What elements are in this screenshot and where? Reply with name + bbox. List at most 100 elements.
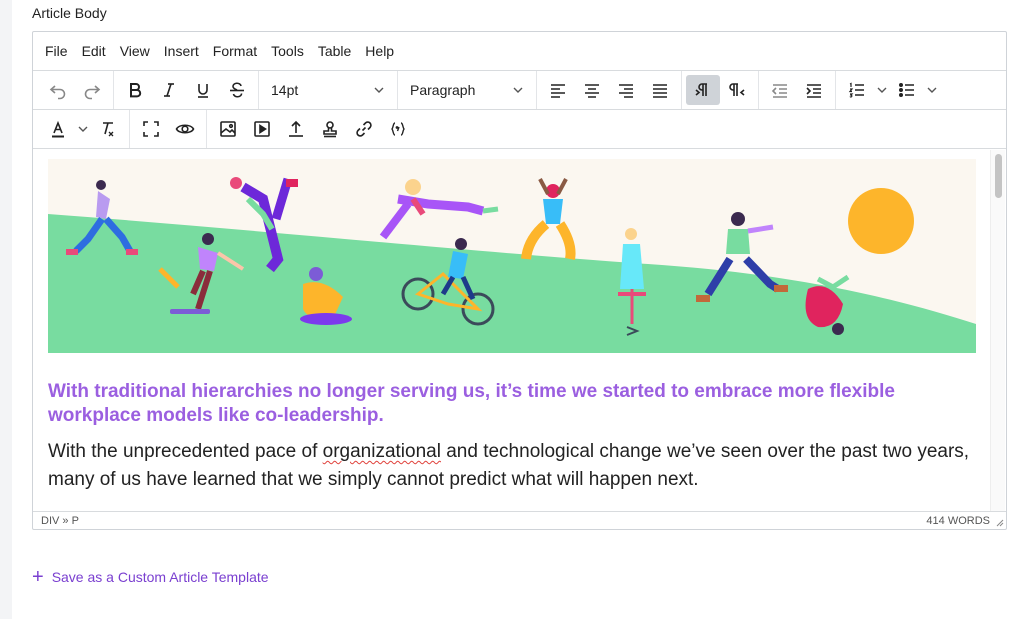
stamp-icon: [323, 121, 337, 138]
editor-content-area[interactable]: With traditional hierarchies no longer s…: [34, 150, 990, 512]
underline-button[interactable]: [186, 75, 220, 105]
eye-icon: [175, 124, 195, 134]
menu-tools[interactable]: Tools: [271, 43, 304, 59]
insert-variable-button[interactable]: [381, 114, 415, 144]
align-left-button[interactable]: [541, 75, 575, 105]
toolbar-row-1: 14pt Paragraph: [33, 71, 1006, 110]
text-color-icon: [52, 120, 64, 138]
menu-edit[interactable]: Edit: [82, 43, 106, 59]
menu-table[interactable]: Table: [318, 43, 351, 59]
view-group: [130, 110, 207, 148]
align-center-button[interactable]: [575, 75, 609, 105]
code-braces-icon: [391, 122, 405, 136]
underline-icon: [198, 84, 208, 98]
link-icon: [356, 121, 372, 137]
numbered-list-split: [840, 75, 890, 105]
save-custom-template-link[interactable]: + Save as a Custom Article Template: [32, 566, 269, 588]
article-paragraph: With the unprecedented pace of organizat…: [48, 438, 973, 494]
align-left-icon: [551, 84, 565, 98]
element-path[interactable]: DIV » P: [41, 515, 79, 527]
bullet-list-split: [890, 75, 940, 105]
clear-formatting-button[interactable]: [91, 114, 125, 144]
upload-icon: [289, 120, 303, 137]
rtl-button[interactable]: [720, 75, 754, 105]
font-size-value: 14pt: [271, 82, 299, 98]
insert-group: [207, 110, 419, 148]
insert-link-button[interactable]: [347, 114, 381, 144]
block-format-select[interactable]: Paragraph: [402, 75, 532, 105]
undo-button[interactable]: [41, 75, 75, 105]
resize-handle-icon[interactable]: [996, 519, 1004, 527]
ltr-button[interactable]: [686, 75, 720, 105]
indent-button[interactable]: [797, 75, 831, 105]
numbered-list-options[interactable]: [874, 75, 890, 105]
outdent-button[interactable]: [763, 75, 797, 105]
text-color-button[interactable]: [41, 114, 75, 144]
editor-menubar: File Edit View Insert Format Tools Table…: [33, 32, 1006, 71]
header-illustration: [48, 159, 976, 353]
chevron-down-icon: [374, 87, 384, 93]
italic-button[interactable]: [152, 75, 186, 105]
bold-button[interactable]: [118, 75, 152, 105]
misspelled-word[interactable]: organizational: [323, 441, 441, 462]
chevron-down-icon: [78, 126, 88, 132]
text-color-split: [41, 114, 91, 144]
fullscreen-button[interactable]: [134, 114, 168, 144]
save-custom-template-label: Save as a Custom Article Template: [51, 569, 269, 585]
bullet-list-options[interactable]: [924, 75, 940, 105]
rich-text-editor: File Edit View Insert Format Tools Table…: [32, 31, 1007, 530]
indent-icon: [806, 84, 821, 98]
chevron-down-icon: [513, 87, 523, 93]
align-right-icon: [619, 84, 633, 98]
editor-statusbar: DIV » P 414 WORDS: [33, 511, 1006, 529]
strikethrough-icon: [230, 82, 244, 98]
align-right-button[interactable]: [609, 75, 643, 105]
undo-icon: [49, 85, 66, 100]
indent-group: [759, 71, 836, 109]
insert-image-button[interactable]: [211, 114, 245, 144]
strikethrough-button[interactable]: [220, 75, 254, 105]
upload-button[interactable]: [279, 114, 313, 144]
media-play-icon: [254, 121, 270, 137]
menu-view[interactable]: View: [120, 43, 150, 59]
left-to-right-icon: [695, 83, 707, 96]
align-justify-button[interactable]: [643, 75, 677, 105]
font-size-group: 14pt: [259, 71, 398, 109]
redo-button[interactable]: [75, 75, 109, 105]
menu-help[interactable]: Help: [365, 43, 394, 59]
outdent-icon: [771, 84, 787, 98]
menu-format[interactable]: Format: [213, 43, 257, 59]
redo-icon: [84, 85, 101, 100]
list-group: [836, 71, 944, 109]
clear-formatting-icon: [103, 122, 114, 137]
numbered-list-button[interactable]: [840, 75, 874, 105]
preview-button[interactable]: [168, 114, 202, 144]
plus-icon: +: [32, 566, 44, 588]
text-style-group: [114, 71, 259, 109]
left-rail: [0, 0, 12, 619]
scrollbar-thumb[interactable]: [995, 154, 1002, 198]
article-body-label: Article Body: [32, 5, 107, 21]
statusbar-right: 414 WORDS: [926, 515, 998, 527]
paragraph-text-start: With the unprecedented pace of: [48, 441, 323, 462]
content-scrollbar[interactable]: [990, 150, 1005, 512]
menu-insert[interactable]: Insert: [164, 43, 199, 59]
block-format-value: Paragraph: [410, 82, 476, 98]
right-to-left-icon: [729, 83, 745, 96]
chevron-down-icon: [877, 87, 887, 93]
align-center-icon: [585, 84, 599, 98]
font-size-select[interactable]: 14pt: [263, 75, 393, 105]
chevron-down-icon: [927, 87, 937, 93]
bold-icon: [130, 83, 142, 98]
insert-media-button[interactable]: [245, 114, 279, 144]
direction-group: [682, 71, 759, 109]
toolbar-row-2: [33, 110, 1006, 149]
menu-file[interactable]: File: [45, 43, 68, 59]
bullet-list-button[interactable]: [890, 75, 924, 105]
italic-icon: [164, 83, 174, 97]
block-format-group: Paragraph: [398, 71, 537, 109]
text-color-options[interactable]: [75, 114, 91, 144]
stamp-button[interactable]: [313, 114, 347, 144]
word-count[interactable]: 414 WORDS: [926, 515, 990, 527]
numbered-list-icon: [848, 82, 864, 98]
